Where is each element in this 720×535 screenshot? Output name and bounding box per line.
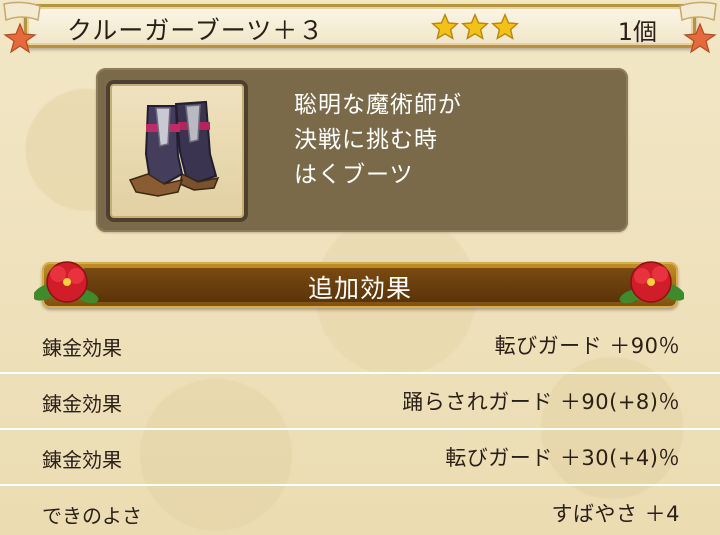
effect-label: 錬金効果 [42,448,122,472]
effect-row: 錬金効果 転びガード ＋30(+4)％ [0,430,720,486]
section-title: 追加効果 [307,274,412,303]
star-rating [431,13,519,41]
effect-label: できのよさ [42,504,142,528]
star-icon [491,13,519,40]
star-icon [461,13,489,40]
effect-row: 錬金効果 転びガード ＋90％ [0,318,720,374]
hibiscus-icon [619,261,684,304]
item-detail-panel: 聡明な魔術師が 決戦に挑む時 はくブーツ [96,68,628,232]
item-title-bar: クルーガーブーツ＋３ 1個 [24,4,696,48]
effect-row: できのよさ すばやさ ＋4 [0,486,720,535]
effect-value: 転びガード ＋90％ [494,334,680,358]
effect-value: 転びガード ＋30(+4)％ [445,446,680,470]
effect-value: 踊らされガード ＋90(+8)％ [402,390,680,414]
effect-label: 錬金効果 [42,336,122,360]
hibiscus-icon [34,261,99,304]
starfish-corner-icon [679,1,717,54]
star-icon [431,13,459,40]
item-icon-frame [106,80,248,222]
effect-value: すばやさ ＋4 [551,502,680,526]
item-description: 聡明な魔術師が 決戦に挑む時 はくブーツ [294,92,462,188]
effect-row: 錬金効果 踊らされガード ＋90(+8)％ [0,374,720,430]
item-count: 1個 [617,18,657,46]
starfish-corner-icon [3,1,41,54]
effect-label: 錬金効果 [42,392,122,416]
section-header: 追加効果 [42,262,678,308]
boots-icon [128,100,220,197]
item-name: クルーガーブーツ＋３ [67,16,325,45]
